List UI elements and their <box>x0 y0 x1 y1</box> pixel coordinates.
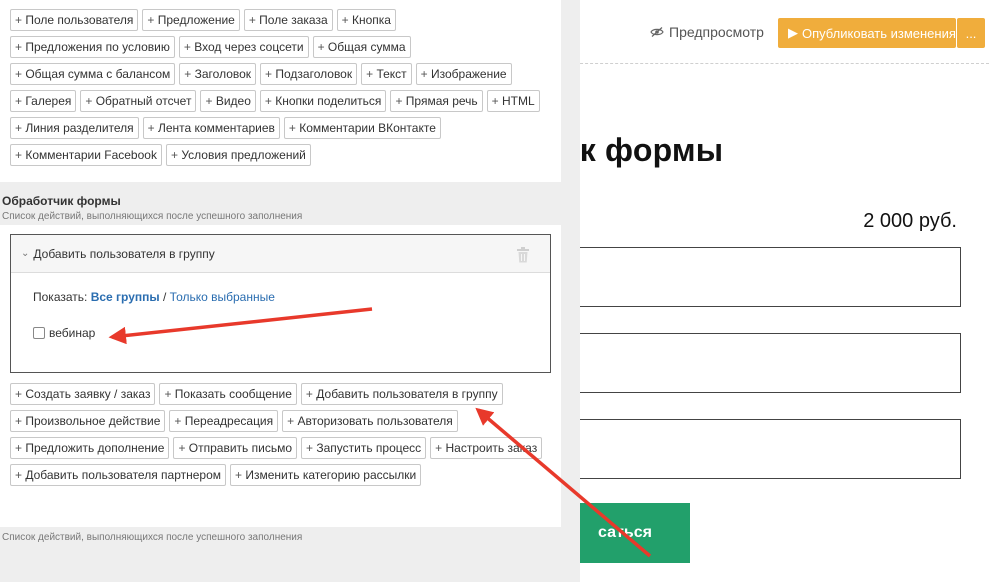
more-label: ... <box>965 25 977 41</box>
add-field-chip-16[interactable]: Прямая речь <box>390 90 483 112</box>
chevron-down-icon[interactable]: ⌄ <box>21 248 29 259</box>
editor-sidebar: Поле пользователяПредложениеПоле заказаК… <box>0 0 580 582</box>
add-field-chip-15[interactable]: Кнопки поделиться <box>259 90 387 112</box>
add-field-chip-6[interactable]: Общая сумма <box>312 36 411 58</box>
action-card-add-to-group: ⌄ Добавить пользователя в группу Показат… <box>10 234 551 373</box>
form-title: ок формы <box>560 132 724 168</box>
add-field-chip-0[interactable]: Поле пользователя <box>10 9 139 31</box>
add-field-chip-19[interactable]: Лента комментариев <box>142 117 280 139</box>
preview-toolbar: Предпросмотр ▶ Опубликовать изменения ..… <box>560 0 989 64</box>
eye-slash-icon <box>650 27 664 37</box>
show-label: Показать: <box>33 290 88 304</box>
add-field-chip-12[interactable]: Галерея <box>10 90 77 112</box>
group-checkbox-row[interactable]: вебинар <box>33 326 95 340</box>
publish-button[interactable]: ▶ Опубликовать изменения <box>778 18 956 48</box>
add-handler-chip-11[interactable]: Изменить категорию рассылки <box>230 464 422 486</box>
field-chip-list: Поле пользователяПредложениеПоле заказаК… <box>10 9 545 166</box>
app-root: Предпросмотр ▶ Опубликовать изменения ..… <box>0 0 989 582</box>
add-field-chip-14[interactable]: Видео <box>200 90 256 112</box>
handler-section-title: Обработчик формы <box>2 194 121 208</box>
add-handler-chip-5[interactable]: Авторизовать пользователя <box>282 410 458 432</box>
filter-separator: / <box>162 290 167 304</box>
form-field-1[interactable] <box>560 247 961 307</box>
add-field-chip-18[interactable]: Линия разделителя <box>10 117 139 139</box>
show-selected-link[interactable]: Только выбранные <box>170 290 275 304</box>
preview-label: Предпросмотр <box>669 24 764 40</box>
page-preview: Предпросмотр ▶ Опубликовать изменения ..… <box>560 0 989 582</box>
action-card-header[interactable]: ⌄ Добавить пользователя в группу <box>11 235 550 273</box>
add-field-chip-10[interactable]: Текст <box>361 63 412 85</box>
add-field-chip-1[interactable]: Предложение <box>142 9 240 31</box>
preview-link[interactable]: Предпросмотр <box>650 22 764 42</box>
add-handler-chip-10[interactable]: Добавить пользователя партнером <box>10 464 227 486</box>
add-field-chip-8[interactable]: Заголовок <box>179 63 257 85</box>
add-field-chip-5[interactable]: Вход через соцсети <box>178 36 309 58</box>
add-field-chip-21[interactable]: Комментарии Facebook <box>10 144 162 166</box>
webinar-checkbox[interactable] <box>33 327 45 339</box>
add-field-chip-2[interactable]: Поле заказа <box>243 9 333 31</box>
footer-subtitle: Список действий, выполняющихся после усп… <box>2 532 303 543</box>
more-button[interactable]: ... <box>957 18 985 48</box>
add-handler-chip-6[interactable]: Предложить дополнение <box>10 437 170 459</box>
submit-label: саться <box>598 524 652 541</box>
add-handler-chip-2[interactable]: Добавить пользователя в группу <box>300 383 503 405</box>
add-field-chip-4[interactable]: Предложения по условию <box>10 36 175 58</box>
add-field-chip-22[interactable]: Условия предложений <box>165 144 311 166</box>
add-handler-chip-4[interactable]: Переадресация <box>169 410 279 432</box>
add-handler-chip-0[interactable]: Создать заявку / заказ <box>10 383 156 405</box>
add-handler-chip-9[interactable]: Настроить заказ <box>430 437 543 459</box>
add-field-chip-11[interactable]: Изображение <box>415 63 512 85</box>
action-card-title: Добавить пользователя в группу <box>33 246 215 261</box>
add-field-chip-20[interactable]: Комментарии ВКонтакте <box>283 117 441 139</box>
form-handler-panel: ⌄ Добавить пользователя в группу Показат… <box>0 225 561 527</box>
form-field-3[interactable] <box>560 419 961 479</box>
form-field-2[interactable] <box>560 333 961 393</box>
add-handler-chip-1[interactable]: Показать сообщение <box>159 383 297 405</box>
webinar-checkbox-label: вебинар <box>49 326 96 340</box>
publish-label: Опубликовать изменения <box>802 25 956 41</box>
add-field-chip-13[interactable]: Обратный отсчет <box>80 90 197 112</box>
add-field-chip-17[interactable]: HTML <box>486 90 540 112</box>
trash-icon[interactable] <box>516 247 530 263</box>
add-field-chip-3[interactable]: Кнопка <box>336 9 396 31</box>
add-field-chip-9[interactable]: Подзаголовок <box>260 63 358 85</box>
add-field-chip-7[interactable]: Общая сумма с балансом <box>10 63 176 85</box>
handler-section-subtitle: Список действий, выполняющихся после усп… <box>2 211 303 222</box>
add-handler-chip-3[interactable]: Произвольное действие <box>10 410 166 432</box>
field-elements-panel: Поле пользователяПредложениеПоле заказаК… <box>0 0 561 182</box>
handler-chip-list: Создать заявку / заказПоказать сообщение… <box>10 383 545 486</box>
add-handler-chip-7[interactable]: Отправить письмо <box>173 437 297 459</box>
add-handler-chip-8[interactable]: Запустить процесс <box>301 437 427 459</box>
show-all-groups-link[interactable]: Все группы <box>91 290 160 304</box>
play-icon: ▶ <box>788 25 798 40</box>
group-filter-row: Показать: Все группы / Только выбранные <box>33 290 275 304</box>
price-label: 2 000 руб. <box>863 210 957 232</box>
